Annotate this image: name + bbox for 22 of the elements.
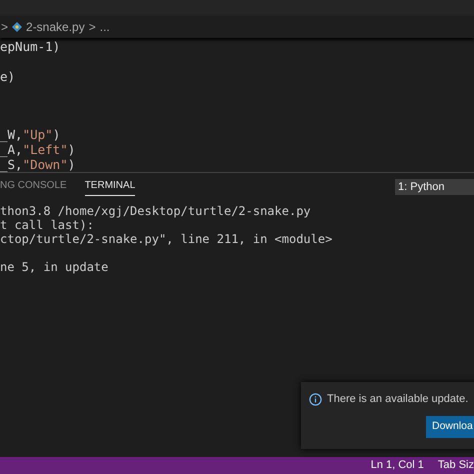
download-button[interactable]: Downloa	[426, 416, 474, 438]
terminal-line: t call last):	[0, 218, 94, 232]
breadcrumb-item[interactable]: 2-snake.py	[26, 18, 85, 36]
python-file-icon	[12, 22, 22, 32]
status-item[interactable]: Tab Siz	[438, 457, 474, 474]
breadcrumb-chevron: >	[0, 19, 8, 36]
panel-tab[interactable]: NG CONSOLE	[0, 178, 67, 196]
code-line: epNum-1)	[0, 39, 60, 54]
terminal-line: ne 5, in update	[0, 260, 108, 274]
info-icon	[309, 392, 322, 406]
panel-tab[interactable]: TERMINAL	[84, 178, 136, 196]
code-line: e)	[0, 68, 16, 84]
status-item[interactable]: Ln 1, Col 1	[370, 457, 424, 474]
code-line: _S,"Down")	[0, 157, 76, 172]
terminal-select[interactable]: 1: Python	[395, 179, 474, 195]
breadcrumb-item[interactable]: ...	[100, 18, 110, 36]
code-line: _W,"Up")	[0, 127, 60, 142]
terminal-line: thon3.8 /home/xgj/Desktop/turtle/2-snake.py	[0, 204, 311, 218]
terminal-line: ctop/turtle/2-snake.py", line 211, in <module>	[0, 232, 332, 246]
breadcrumb-separator: >	[88, 19, 96, 36]
notification-message: There is an available update.	[327, 392, 468, 407]
code-line: _A,"Left")	[0, 142, 76, 157]
